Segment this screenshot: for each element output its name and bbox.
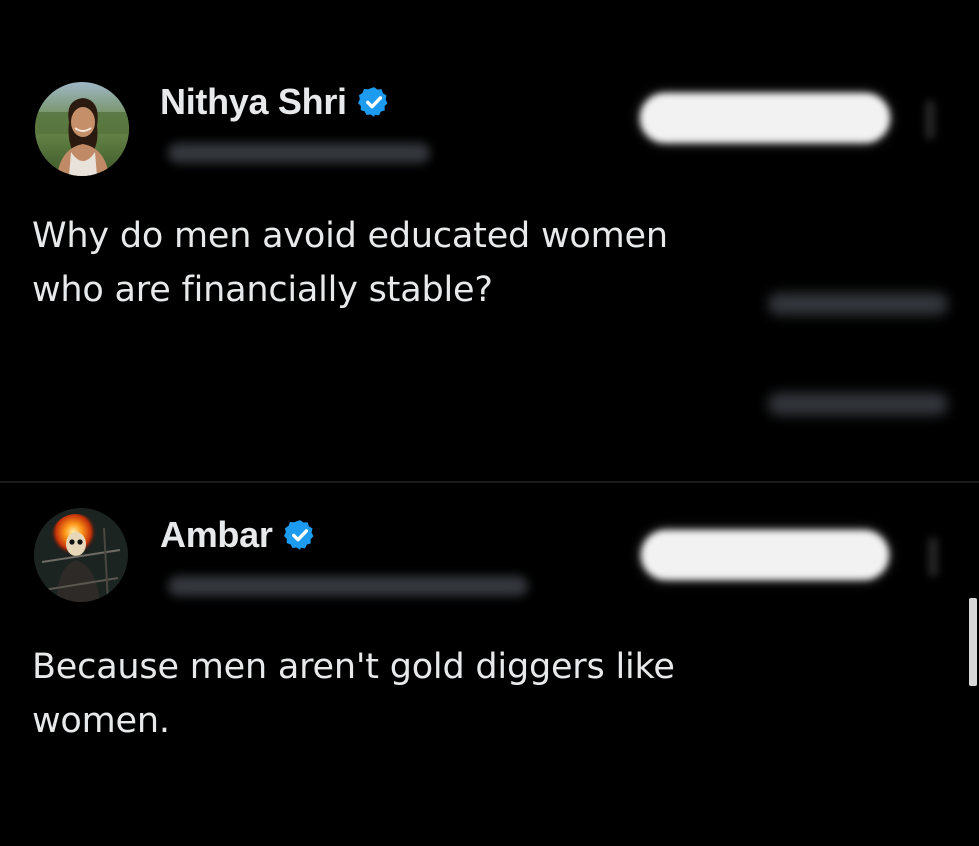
blurred-action-button[interactable] [640, 93, 890, 143]
ghost-rider-avatar-icon [34, 508, 128, 602]
screenshot: Nithya Shri Why do men avoid educated wo… [0, 0, 979, 846]
more-options-icon[interactable] [925, 100, 935, 140]
blurred-handle [168, 143, 430, 163]
blurred-handle [168, 576, 528, 596]
profile-photo-icon [35, 82, 129, 176]
blurred-action-button[interactable] [641, 530, 889, 580]
more-options-icon[interactable] [928, 537, 938, 577]
avatar[interactable] [35, 82, 129, 176]
verified-badge-icon [283, 520, 313, 550]
scrollbar[interactable] [969, 598, 977, 686]
post-divider [0, 481, 979, 483]
post-text: Why do men avoid educated women who are … [32, 216, 668, 310]
author-name[interactable]: Nithya Shri [160, 81, 347, 123]
post-text: Because men aren't gold diggers like wom… [32, 647, 675, 741]
blurred-meta [768, 393, 948, 415]
blurred-meta [768, 293, 948, 315]
author-name[interactable]: Ambar [160, 514, 273, 556]
avatar[interactable] [34, 508, 128, 602]
original-post: Nithya Shri Why do men avoid educated wo… [0, 0, 979, 482]
author-row: Nithya Shri [160, 80, 391, 124]
author-row: Ambar [160, 513, 317, 557]
verified-badge-icon [357, 87, 388, 117]
